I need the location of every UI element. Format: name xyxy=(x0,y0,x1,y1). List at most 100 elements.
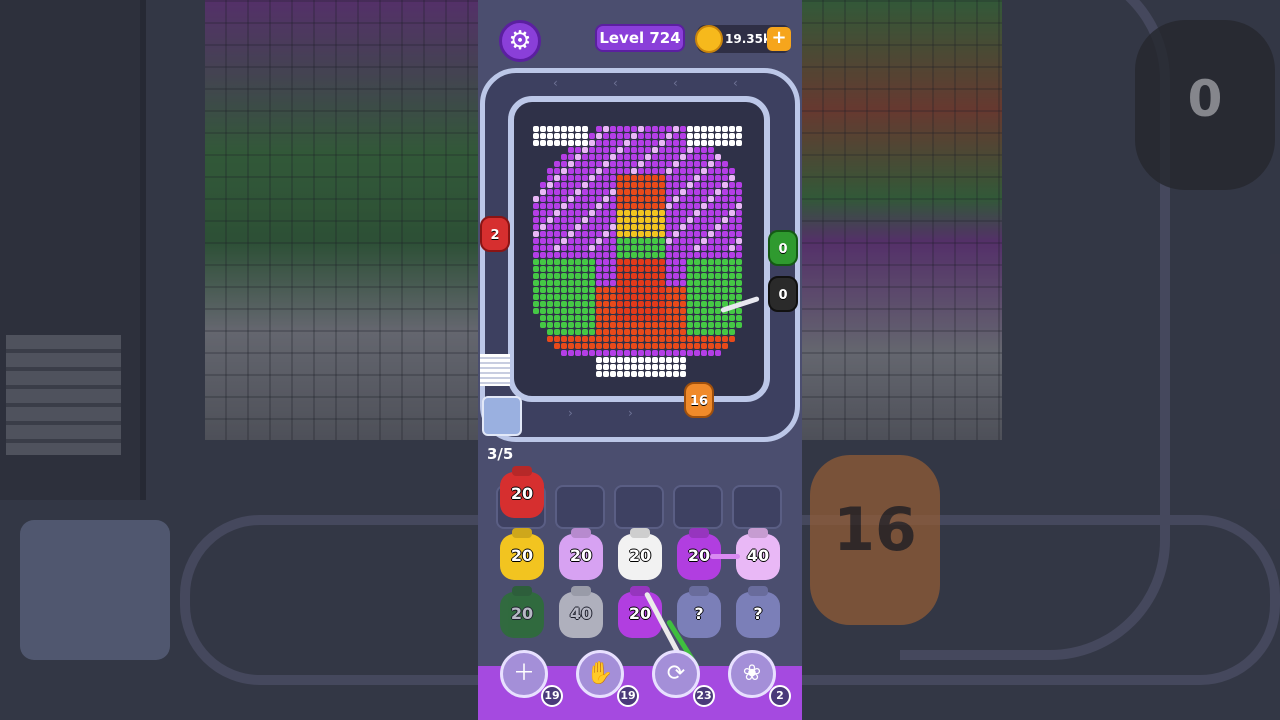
pixel-block xyxy=(715,280,721,286)
pixel-block xyxy=(603,266,609,272)
pixel-block xyxy=(645,371,651,377)
pixel-block xyxy=(673,147,679,153)
pixel-block xyxy=(715,343,721,349)
pixel-block xyxy=(673,182,679,188)
pixel-block xyxy=(659,140,665,146)
pixel-block xyxy=(631,371,637,377)
bag-lilac[interactable]: 20 xyxy=(559,534,603,580)
bag-mystery[interactable]: ? xyxy=(677,592,721,638)
pixel-block xyxy=(722,196,728,202)
pixel-block xyxy=(561,350,567,356)
pixel-block xyxy=(736,203,742,209)
pixel-block xyxy=(540,252,546,258)
pixel-block xyxy=(617,329,623,335)
pixel-block xyxy=(736,182,742,188)
pixel-block xyxy=(610,343,616,349)
pixel-block xyxy=(603,273,609,279)
queue-slot xyxy=(732,485,782,529)
pixel-block xyxy=(617,343,623,349)
pixel-block xyxy=(736,308,742,314)
pixel-block xyxy=(631,301,637,307)
pixel-block xyxy=(722,168,728,174)
belt-bag-red[interactable]: 2 xyxy=(480,216,510,252)
belt-feeder[interactable] xyxy=(482,396,522,436)
settings-button[interactable]: ⚙ xyxy=(499,20,541,62)
pixel-block xyxy=(694,224,700,230)
bag-green[interactable]: 20 xyxy=(500,592,544,638)
pixel-block xyxy=(715,350,721,356)
pixel-block xyxy=(687,252,693,258)
hand-booster[interactable]: ✋ xyxy=(576,650,624,698)
pixel-block xyxy=(554,231,560,237)
pixel-block xyxy=(673,140,679,146)
pixel-block xyxy=(666,140,672,146)
pixel-block xyxy=(701,343,707,349)
pixel-block xyxy=(540,210,546,216)
pixel-block xyxy=(673,273,679,279)
belt-bag-black[interactable]: 0 xyxy=(768,276,798,312)
pixel-block xyxy=(659,364,665,370)
bag-pink[interactable]: 40 xyxy=(736,534,780,580)
pixel-block xyxy=(624,287,630,293)
pixel-block xyxy=(659,315,665,321)
pixel-block xyxy=(624,371,630,377)
bag-mystery-2[interactable]: ? xyxy=(736,592,780,638)
add-coins-button[interactable]: + xyxy=(767,27,791,51)
pixel-block xyxy=(729,287,735,293)
pixel-block xyxy=(582,154,588,160)
bag-white-locked[interactable]: 40 xyxy=(559,592,603,638)
pixel-block xyxy=(568,140,574,146)
pixel-block xyxy=(694,287,700,293)
pixel-block xyxy=(596,336,602,342)
pixel-block xyxy=(687,224,693,230)
belt-bag-green[interactable]: 0 xyxy=(768,230,798,266)
pixel-block xyxy=(582,147,588,153)
pixel-block xyxy=(603,336,609,342)
pixel-block xyxy=(561,168,567,174)
pixel-block xyxy=(708,147,714,153)
pixel-block xyxy=(568,182,574,188)
belt-bag-orange[interactable]: 16 xyxy=(684,382,714,418)
pixel-block xyxy=(708,133,714,139)
pixel-block xyxy=(666,154,672,160)
pixel-block xyxy=(652,224,658,230)
pixel-block xyxy=(638,364,644,370)
pixel-block xyxy=(603,350,609,356)
pixel-block xyxy=(582,231,588,237)
pixel-block xyxy=(666,280,672,286)
pixel-block xyxy=(624,343,630,349)
pixel-block xyxy=(645,217,651,223)
pixel-block xyxy=(638,140,644,146)
pixel-block xyxy=(596,280,602,286)
pixel-block xyxy=(617,196,623,202)
pixel-block xyxy=(708,287,714,293)
add-slot-booster[interactable]: ＋ xyxy=(500,650,548,698)
bag-yellow[interactable]: 20 xyxy=(500,534,544,580)
pixel-block xyxy=(596,126,602,132)
pixel-block xyxy=(645,259,651,265)
pixel-block xyxy=(596,308,602,314)
pixel-block xyxy=(680,217,686,223)
pixel-block xyxy=(631,189,637,195)
pixel-block xyxy=(582,238,588,244)
shuffle-booster[interactable]: ⟳ xyxy=(652,650,700,698)
pixel-block xyxy=(554,175,560,181)
pixel-block xyxy=(694,329,700,335)
pixel-block xyxy=(708,294,714,300)
pixel-block xyxy=(603,133,609,139)
bag-white[interactable]: 20 xyxy=(618,534,662,580)
queued-bag-red[interactable]: 20 xyxy=(500,472,544,518)
pixel-block xyxy=(666,364,672,370)
pixel-block xyxy=(582,189,588,195)
pixel-block xyxy=(645,357,651,363)
pixel-block xyxy=(568,315,574,321)
pixel-block xyxy=(610,224,616,230)
pixel-block xyxy=(708,245,714,251)
pixel-block xyxy=(666,308,672,314)
bunny-booster[interactable]: ❀ xyxy=(728,650,776,698)
pixel-block xyxy=(568,154,574,160)
pixel-block xyxy=(722,175,728,181)
pixel-block xyxy=(575,336,581,342)
pixel-block xyxy=(617,238,623,244)
pixel-block xyxy=(568,168,574,174)
